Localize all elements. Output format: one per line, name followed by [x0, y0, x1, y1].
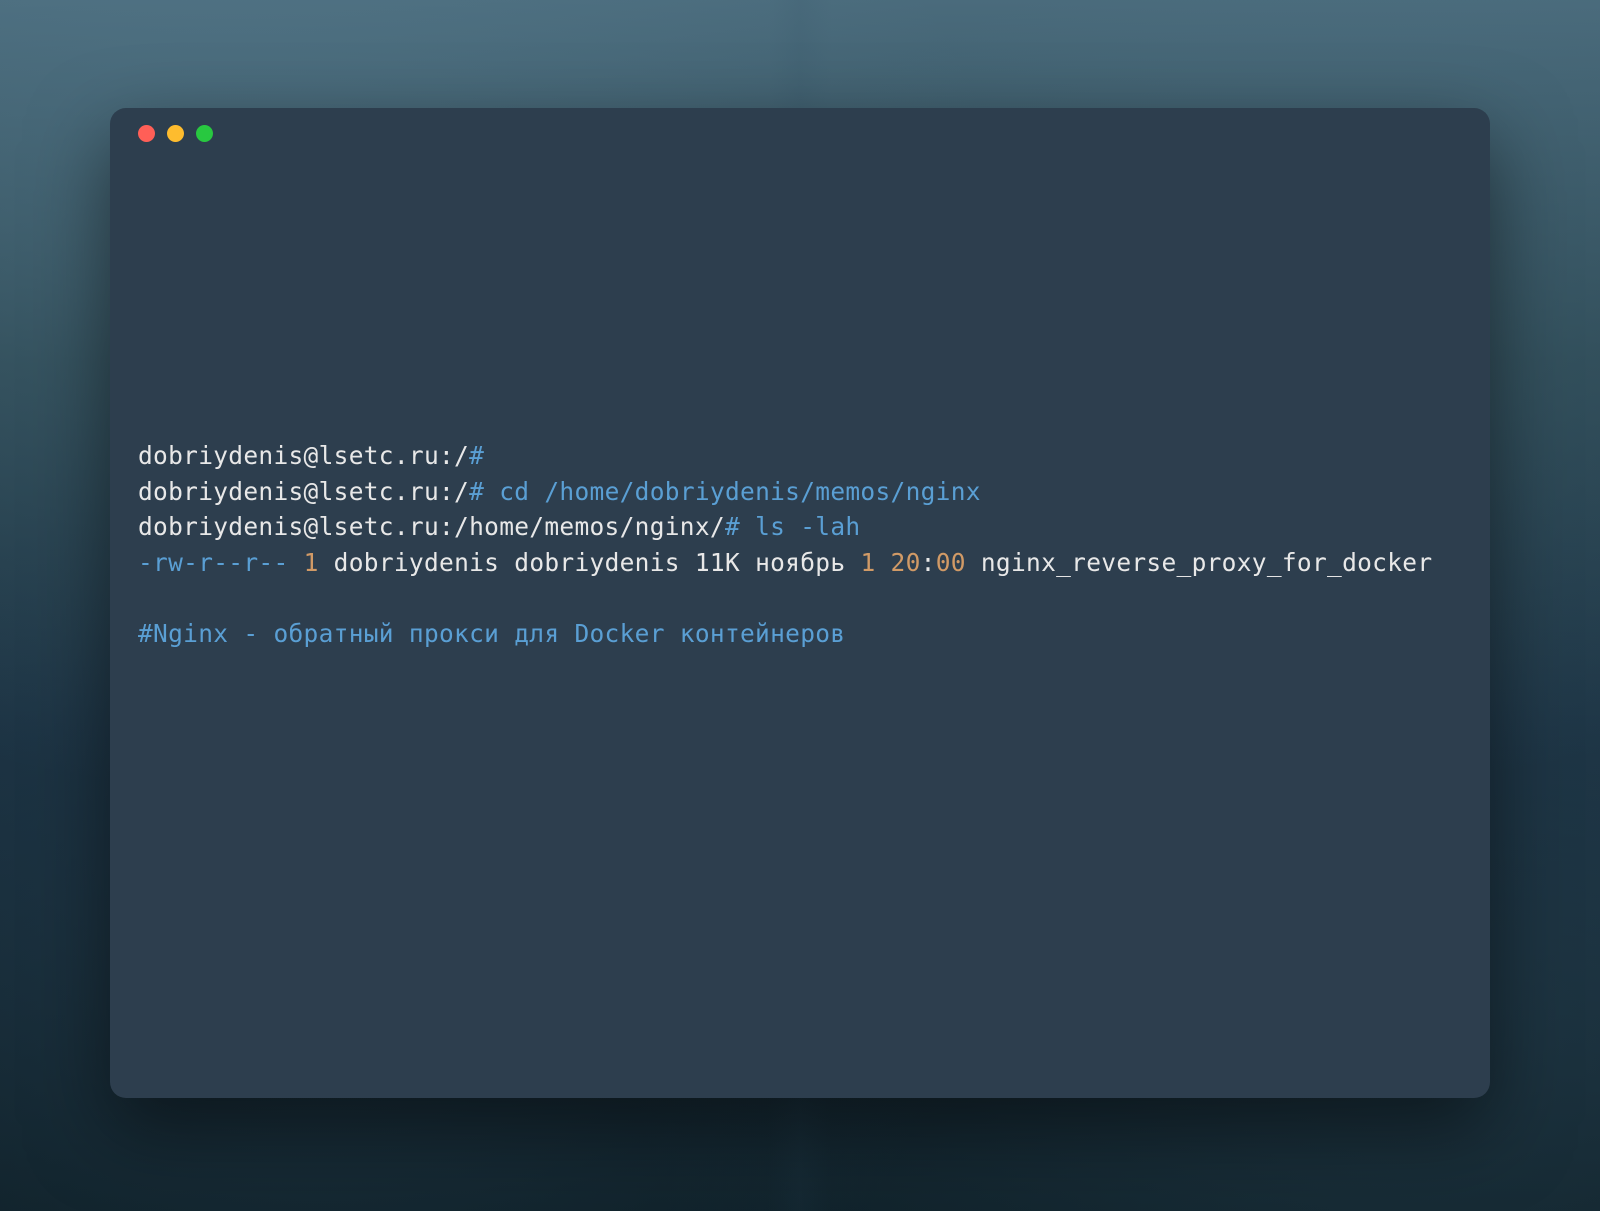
prompt-user: dobriydenis@lsetc.ru:/home/memos/nginx/ [138, 512, 725, 541]
prompt-symbol: # [469, 477, 484, 506]
file-owner-group: dobriydenis dobriydenis 11K ноябрь [334, 548, 861, 577]
prompt-symbol: # [469, 441, 484, 470]
prompt-user: dobriydenis@lsetc.ru:/ [138, 477, 469, 506]
terminal-window: dobriydenis@lsetc.ru:/# dobriydenis@lset… [110, 108, 1490, 1098]
file-day: 1 [860, 548, 890, 577]
prompt-user: dobriydenis@lsetc.ru:/ [138, 441, 469, 470]
maximize-icon[interactable] [196, 125, 213, 142]
terminal-output-line: -rw-r--r-- 1 dobriydenis dobriydenis 11K… [138, 545, 1462, 581]
file-permissions: -rw-r--r-- [138, 548, 289, 577]
close-icon[interactable] [138, 125, 155, 142]
terminal-comment-line: #Nginx - обратный прокси для Docker конт… [138, 616, 1462, 652]
minimize-icon[interactable] [167, 125, 184, 142]
comment-text: #Nginx - обратный прокси для Docker конт… [138, 619, 845, 648]
file-time-colon: : [921, 548, 936, 577]
terminal-line: dobriydenis@lsetc.ru:/# [138, 438, 1462, 474]
title-bar [110, 108, 1490, 158]
file-minute: 00 [936, 548, 981, 577]
file-name: nginx_reverse_proxy_for_docker [981, 548, 1433, 577]
file-hour: 20 [891, 548, 921, 577]
terminal-line: dobriydenis@lsetc.ru:/# cd /home/dobriyd… [138, 474, 1462, 510]
prompt-symbol: # [725, 512, 740, 541]
terminal-line: dobriydenis@lsetc.ru:/home/memos/nginx/#… [138, 509, 1462, 545]
empty-line [138, 580, 1462, 616]
command-text: cd /home/dobriydenis/memos/nginx [484, 477, 981, 506]
command-text: ls -lah [740, 512, 860, 541]
terminal-content[interactable]: dobriydenis@lsetc.ru:/# dobriydenis@lset… [110, 158, 1490, 679]
file-links: 1 [289, 548, 334, 577]
